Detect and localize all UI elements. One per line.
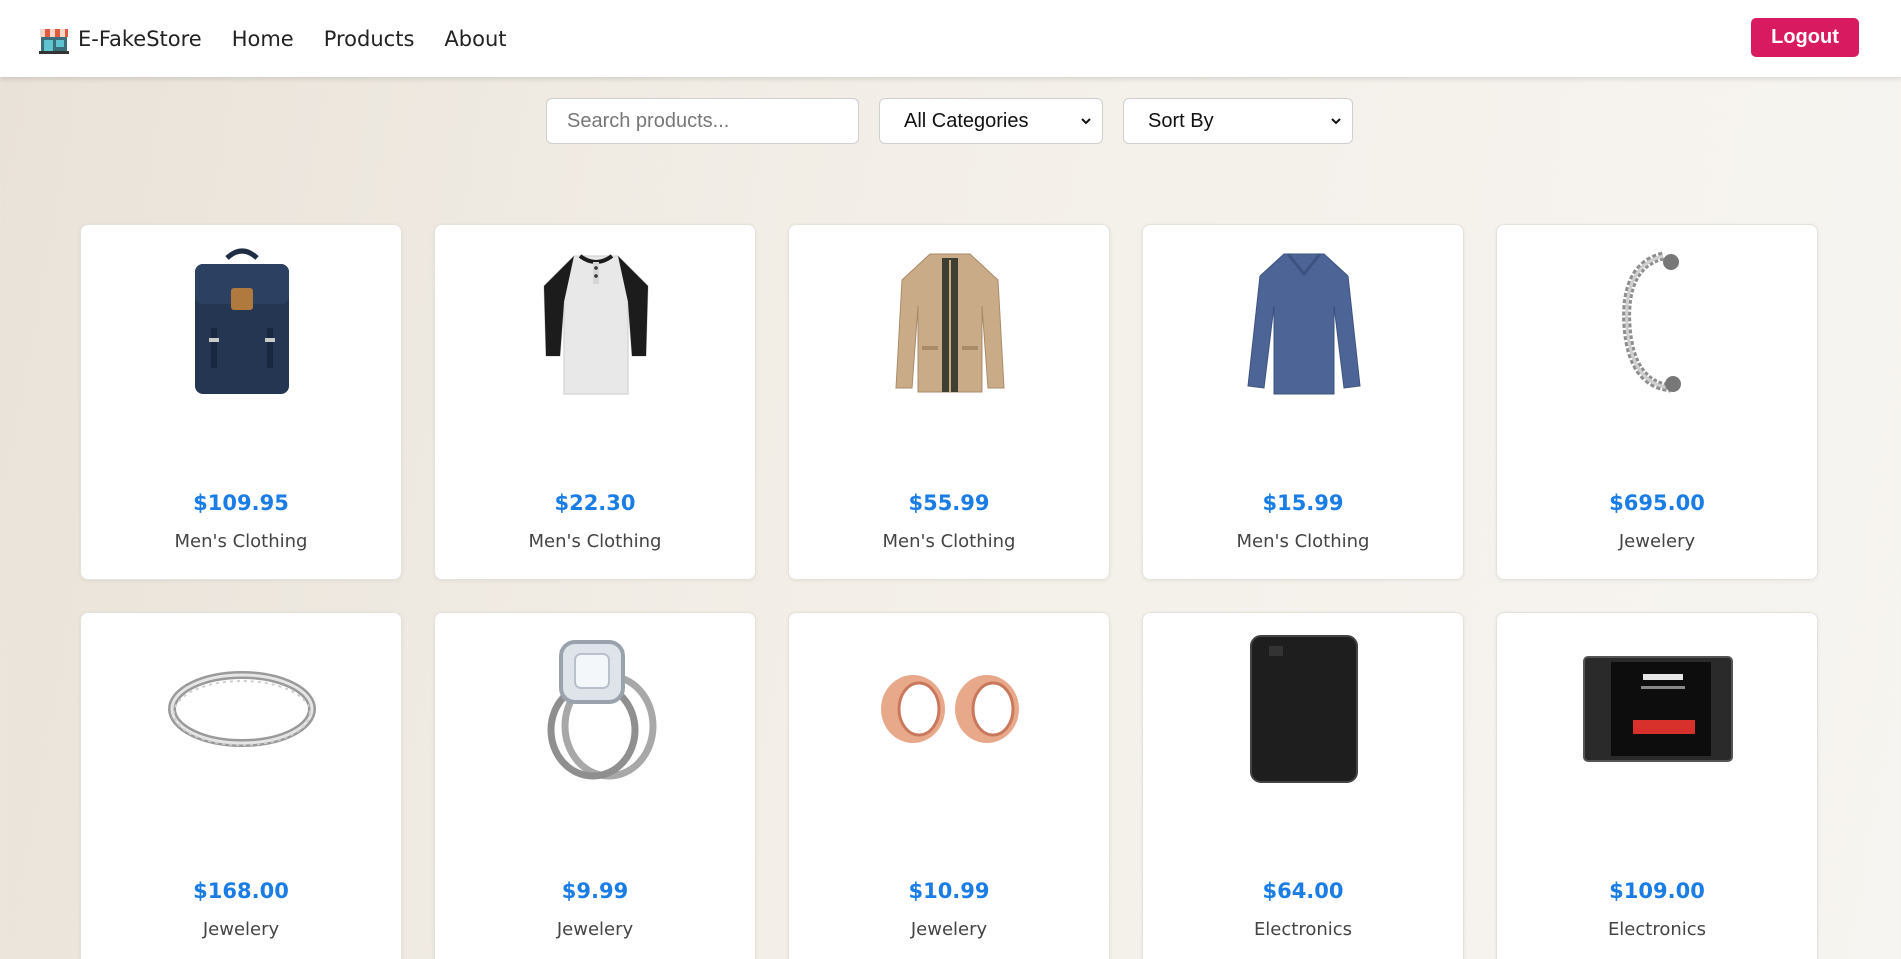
product-price: $109.00 [1609, 879, 1705, 903]
nav-link-products[interactable]: Products [324, 27, 415, 51]
chevron-down-icon [1081, 118, 1091, 125]
product-price: $10.99 [908, 879, 990, 903]
product-price: $9.99 [561, 879, 629, 903]
raglan-tee-image [521, 241, 671, 401]
product-card[interactable]: $109.95 Men's Clothing [80, 224, 402, 580]
product-category: Men's Clothing [528, 531, 662, 552]
product-category: Jewelery [202, 919, 280, 940]
product-card[interactable]: $22.30 Men's Clothing [434, 224, 756, 580]
product-price: $55.99 [908, 491, 990, 515]
navbar: E-FakeStore Home Products About Logout [0, 0, 1901, 77]
product-card[interactable]: $64.00 Electronics [1142, 612, 1464, 959]
product-category: Electronics [1607, 919, 1707, 940]
search-input[interactable] [546, 98, 859, 144]
logout-button[interactable]: Logout [1751, 18, 1859, 57]
ssd-image [1583, 629, 1733, 789]
product-card[interactable]: $15.99 Men's Clothing [1142, 224, 1464, 580]
product-category: Jewelery [556, 919, 634, 940]
product-card[interactable]: $695.00 Jewelery [1496, 224, 1818, 580]
product-price: $109.95 [193, 491, 289, 515]
product-category: Jewelery [910, 919, 988, 940]
product-category: Jewelery [1618, 531, 1696, 552]
chevron-down-icon [1331, 118, 1341, 125]
backpack-image [167, 241, 317, 401]
product-card[interactable]: $10.99 Jewelery [788, 612, 1110, 959]
long-sleeve-shirt-image [1229, 241, 1379, 401]
store-icon [38, 23, 70, 55]
product-category: Electronics [1253, 919, 1353, 940]
brand[interactable]: E-FakeStore [38, 23, 202, 55]
product-price: $695.00 [1609, 491, 1705, 515]
product-category: Men's Clothing [1236, 531, 1370, 552]
filter-bar: All Categories Sort By [546, 98, 1353, 144]
product-card[interactable]: $168.00 Jewelery [80, 612, 402, 959]
product-price: $22.30 [554, 491, 636, 515]
sort-select-value: Sort By [1148, 109, 1214, 132]
nav-link-home[interactable]: Home [232, 27, 294, 51]
product-category: Men's Clothing [882, 531, 1016, 552]
product-price: $168.00 [193, 879, 289, 903]
sort-select[interactable]: Sort By [1123, 98, 1353, 144]
product-card[interactable]: $9.99 Jewelery [434, 612, 756, 959]
diamond-ring-image [521, 629, 671, 789]
product-grid: $109.95 Men's Clothing $22.30 Men's Clot… [80, 224, 1818, 959]
product-category: Men's Clothing [174, 531, 308, 552]
product-price: $15.99 [1262, 491, 1344, 515]
chain-bracelet-image [1583, 241, 1733, 401]
product-price: $64.00 [1262, 879, 1344, 903]
product-card[interactable]: $109.00 Electronics [1496, 612, 1818, 959]
brand-name: E-FakeStore [78, 26, 202, 51]
jacket-image [875, 241, 1025, 401]
nav-link-about[interactable]: About [444, 27, 506, 51]
external-hard-drive-image [1229, 629, 1379, 789]
category-select-value: All Categories [904, 109, 1029, 132]
product-card[interactable]: $55.99 Men's Clothing [788, 224, 1110, 580]
silver-ring-image [167, 629, 317, 789]
category-select[interactable]: All Categories [879, 98, 1103, 144]
rose-gold-plugs-image [875, 629, 1025, 789]
